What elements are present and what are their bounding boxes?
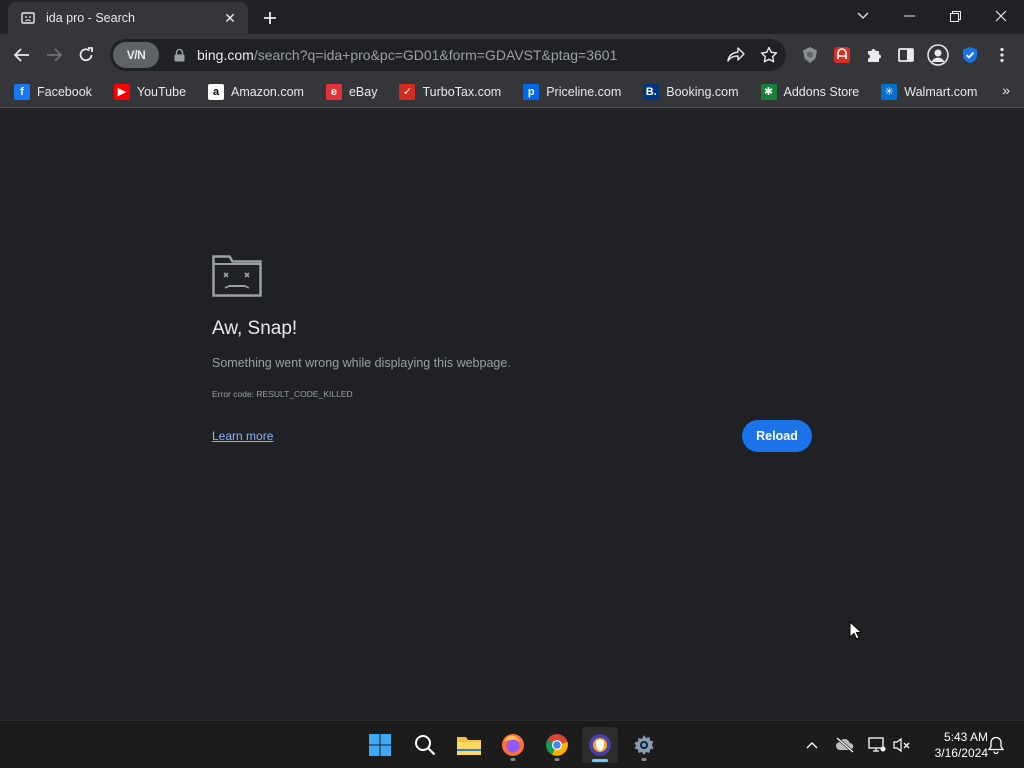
bookmark-label: Facebook (37, 84, 92, 99)
bookmark-label: Amazon.com (231, 84, 304, 99)
chevron-double-right-icon[interactable]: » (1002, 82, 1010, 98)
reload-button[interactable]: Reload (742, 420, 812, 452)
firefox-icon[interactable] (495, 727, 531, 763)
browser-toolbar: V/N bing.com/search?q=ida+pro&pc=GD01&fo… (0, 34, 1024, 76)
url-host: bing.com (197, 47, 254, 63)
back-button[interactable] (8, 41, 36, 69)
restore-button[interactable] (932, 0, 978, 32)
sad-folder-icon (212, 255, 262, 302)
bookmark-item[interactable]: e eBay (322, 79, 382, 105)
share-icon[interactable] (724, 43, 748, 67)
addons-store-icon: ✱ (760, 83, 777, 100)
bookmark-item[interactable]: f Facebook (10, 79, 96, 105)
extensions-puzzle-icon[interactable] (862, 43, 886, 67)
onedrive-cloud-off-icon[interactable] (833, 733, 857, 757)
tab-search-icon[interactable] (840, 0, 886, 32)
error-message: Something went wrong while displaying th… (212, 356, 511, 370)
vpn-button[interactable]: V/N (113, 42, 159, 68)
reload-icon[interactable] (72, 41, 100, 69)
tab-title: ida pro - Search (46, 11, 135, 25)
mouse-cursor-icon (849, 620, 863, 646)
chevron-up-icon[interactable] (800, 733, 824, 757)
priceline-icon: p (523, 83, 540, 100)
youtube-icon: ▶ (113, 83, 130, 100)
profile-avatar-icon[interactable] (926, 43, 950, 67)
clock-time: 5:43 AM (943, 730, 988, 744)
running-indicator (510, 758, 516, 761)
browser-vpn-app-icon[interactable] (582, 727, 618, 763)
search-icon[interactable] (407, 727, 443, 763)
bookmark-item[interactable]: a Amazon.com (204, 79, 308, 105)
extension-shield-icon[interactable] (798, 43, 822, 67)
turbotax-icon: ✓ (399, 83, 416, 100)
vpn-label: V/N (126, 48, 146, 62)
bookmark-label: Priceline.com (546, 84, 622, 99)
tab-active[interactable]: ida pro - Search ✕ (8, 2, 248, 34)
amazon-icon: a (208, 83, 225, 100)
bookmark-label: eBay (348, 84, 378, 99)
extension-red-icon[interactable] (830, 43, 854, 67)
new-tab-button[interactable] (258, 6, 282, 30)
booking-icon: B. (643, 83, 660, 100)
vpn-shield-extension-icon[interactable] (958, 43, 982, 67)
error-title: Aw, Snap! (212, 318, 298, 339)
volume-muted-icon[interactable] (890, 733, 914, 757)
error-page: Aw, Snap! Something went wrong while dis… (0, 109, 1024, 720)
bookmark-item[interactable]: ✓ TurboTax.com (395, 79, 505, 105)
side-panel-icon[interactable] (894, 43, 918, 67)
bookmark-label: Booking.com (666, 84, 739, 99)
start-windows-icon[interactable] (362, 727, 398, 763)
close-tab-icon[interactable]: ✕ (220, 8, 240, 28)
file-explorer-icon[interactable] (451, 727, 487, 763)
facebook-icon: f (14, 83, 30, 100)
walmart-icon: ✳ (881, 83, 898, 100)
menu-kebab-icon[interactable] (990, 43, 1014, 67)
bookmark-label: Addons Store (783, 84, 860, 99)
address-bar[interactable]: V/N bing.com/search?q=ida+pro&pc=GD01&fo… (110, 39, 786, 71)
settings-gear-icon[interactable] (626, 727, 662, 763)
forward-button[interactable] (40, 41, 68, 69)
ebay-icon: e (325, 83, 342, 100)
bookmark-star-icon[interactable] (757, 43, 781, 67)
learn-more-link[interactable]: Learn more (212, 429, 273, 443)
system-clock[interactable]: 5:43 AM 3/16/2024 (918, 729, 988, 761)
title-bar: ida pro - Search ✕ (0, 0, 1024, 34)
network-icon[interactable] (865, 733, 889, 757)
bookmarks-bar: f Facebook ▶ YouTube a Amazon.com e eBay ✓ TurboT… (0, 76, 1024, 108)
bookmark-item[interactable]: ▶ YouTube (110, 79, 190, 105)
taskbar: 5:43 AM 3/16/2024 (0, 720, 1024, 768)
url-text[interactable]: bing.com/search?q=ida+pro&pc=GD01&form=G… (197, 47, 617, 63)
active-indicator (592, 759, 608, 762)
lock-icon[interactable] (173, 48, 185, 62)
bookmark-item[interactable]: ✱ Addons Store (757, 79, 864, 105)
bookmark-label: YouTube (136, 84, 187, 99)
bookmark-item[interactable]: p Priceline.com (519, 79, 625, 105)
bookmark-item[interactable]: ✳ Walmart.com (877, 79, 981, 105)
url-path: /search?q=ida+pro&pc=GD01&form=GDAVST&pt… (253, 47, 618, 63)
bookmark-label: TurboTax.com (422, 84, 502, 99)
running-indicator (554, 758, 560, 761)
running-indicator (641, 758, 647, 761)
bookmark-label: Walmart.com (904, 84, 978, 99)
sad-page-icon (20, 10, 36, 26)
clock-date: 3/16/2024 (934, 746, 988, 760)
chrome-icon[interactable] (539, 727, 575, 763)
notification-bell-icon[interactable] (984, 733, 1008, 757)
minimize-button[interactable] (886, 0, 932, 32)
bookmark-item[interactable]: B. Booking.com (639, 79, 742, 105)
close-window-button[interactable] (978, 0, 1024, 32)
error-code: Error code: RESULT_CODE_KILLED (212, 389, 353, 399)
